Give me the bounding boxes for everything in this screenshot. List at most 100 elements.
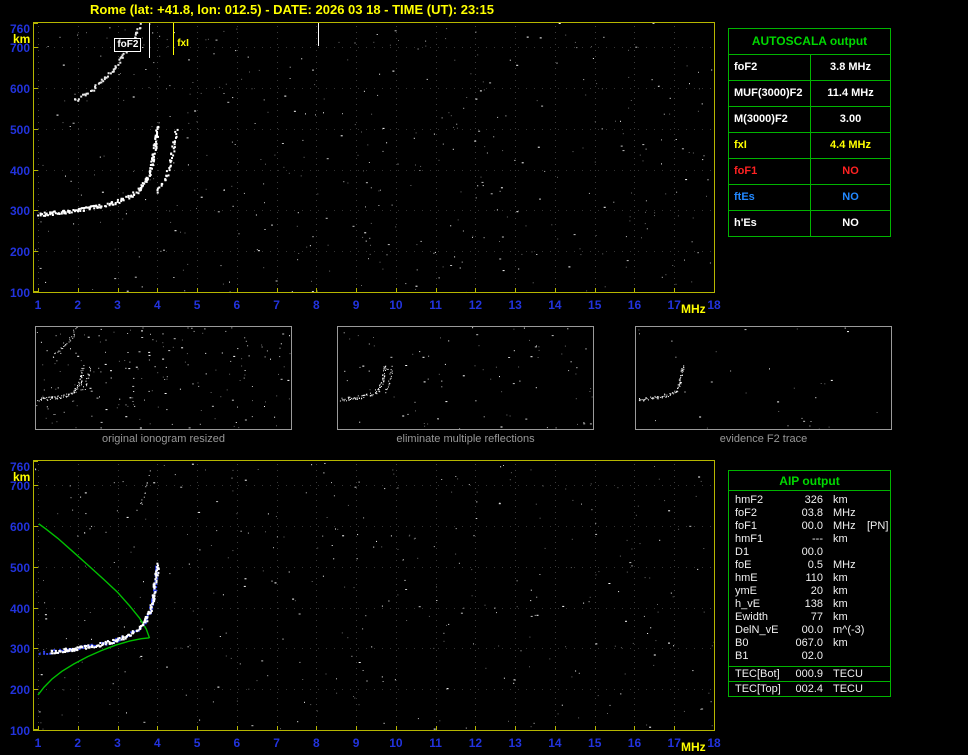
aip-row-value: 000.9	[795, 668, 823, 680]
aip-row: TEC[Top] 002.4 TECU	[729, 681, 890, 696]
autoscala-table-row: M(3000)F2 3.00	[729, 106, 890, 132]
aip-row-unit: km	[833, 598, 848, 610]
aip-row-name: foE	[735, 559, 752, 571]
x-tick-label: 10	[389, 298, 403, 312]
autoscala-row-value: 3.00	[839, 113, 862, 125]
x-axis-unit-label: MHz	[681, 302, 706, 316]
aip-row-unit: km	[833, 585, 848, 597]
aip-row-unit	[823, 650, 865, 663]
aip-row-unit: MHz	[833, 559, 856, 571]
aip-row-extra	[865, 611, 867, 624]
x-tick-label: 3	[114, 298, 121, 312]
aip-row-extra	[865, 637, 867, 650]
y-tick-label: 500	[9, 560, 30, 575]
x-axis-unit-label: MHz	[681, 740, 706, 754]
profile-ionogram-plot	[33, 460, 715, 731]
x-tick-label: 3	[114, 736, 121, 750]
thumbnail-caption-evidence: evidence F2 trace	[719, 433, 808, 445]
aip-row-value: 0.5	[807, 559, 823, 571]
aip-row-value: 00.0	[801, 546, 823, 558]
y-tick-label: 200	[9, 683, 30, 698]
x-tick-label: 7	[273, 736, 280, 750]
aip-row: foF1 00.0 MHz [PN]	[729, 520, 890, 533]
x-tick-label: 8	[313, 736, 320, 750]
aip-parameter-rows: hmF2 326 km foF2 03.8 MHz foF1 00.0 MHz [PN] hmF1 -…	[729, 491, 890, 666]
aip-row-value: 002.4	[795, 683, 823, 695]
aip-row-name: B1	[735, 650, 749, 662]
aip-row: ymE 20 km	[729, 585, 890, 598]
x-tick-label: 14	[548, 736, 562, 750]
aip-row-unit: km	[833, 572, 848, 584]
y-tick-label: 100	[9, 724, 30, 738]
aip-row: TEC[Bot] 000.9 TECU	[729, 666, 890, 681]
aip-row-name: h_vE	[735, 598, 761, 610]
aip-row-value: 326	[804, 494, 823, 506]
ionogram-canvas	[638, 327, 878, 429]
aip-row-extra	[865, 572, 867, 585]
aip-row-name: B0	[735, 637, 749, 649]
aip-row-value: 00.0	[801, 624, 823, 636]
autoscala-row-value: NO	[842, 217, 859, 229]
x-tick-label: 7	[273, 298, 280, 312]
autoscala-table-row: foF2 3.8 MHz	[729, 54, 890, 80]
autoscala-table-title: AUTOSCALA output	[751, 34, 868, 48]
aip-row-name: foF1	[735, 520, 758, 532]
autoscala-row-value: 11.4 MHz	[827, 87, 874, 99]
x-tick-label: 4	[153, 298, 161, 312]
ionogram-canvas	[34, 461, 714, 730]
aip-row-extra: [PN]	[867, 520, 889, 532]
aip-output-panel: AIP output hmF2 326 km foF2 03.8 MHz foF1 00.0 M…	[728, 470, 891, 697]
aip-row-unit: km	[833, 637, 848, 649]
fof2-marker-label: foF2	[114, 38, 142, 52]
autoscala-row-label: foF2	[729, 55, 811, 80]
x-tick-label: 11	[429, 298, 442, 312]
aip-row-extra	[865, 559, 867, 572]
ionogram-canvas	[36, 327, 291, 429]
autoscala-table-row: foF1 NO	[729, 158, 890, 184]
aip-row-unit	[823, 546, 865, 559]
thumbnail-caption-original: original ionogram resized	[102, 433, 225, 445]
x-tick-label: 5	[193, 736, 201, 750]
x-tick-label: 9	[352, 736, 360, 750]
x-tick-label: 2	[74, 298, 82, 312]
aip-row-name: hmE	[735, 572, 758, 584]
aip-row-unit: TECU	[833, 668, 863, 680]
aip-row-name: DelN_vE	[735, 624, 779, 636]
y-tick-label: 600	[9, 520, 30, 535]
aip-row-name: TEC[Top]	[735, 683, 781, 695]
y-tick-label: 500	[9, 122, 30, 137]
x-tick-label: 10	[389, 736, 403, 750]
x-tick-label: 1	[34, 298, 42, 312]
x-tick-label: 5	[193, 298, 201, 312]
autoscala-table-row: ftEs NO	[729, 184, 890, 210]
aip-row-name: ymE	[735, 585, 757, 597]
x-tick-label: 15	[588, 298, 602, 312]
aip-row-unit: km	[833, 611, 848, 623]
thumbnail-evidence-f2-trace	[635, 326, 892, 430]
autoscala-table-row: MUF(3000)F2 11.4 MHz	[729, 80, 890, 106]
aip-row: B0 067.0 km	[729, 637, 890, 650]
aip-row: hmE 110 km	[729, 572, 890, 585]
x-tick-label: 18	[707, 736, 721, 750]
aip-row-extra	[865, 682, 867, 696]
aip-tec-rows: TEC[Bot] 000.9 TECU TEC[Top] 002.4 TECU	[729, 666, 890, 696]
aip-row-name: hmF1	[735, 533, 764, 545]
aip-row-value: 067.0	[795, 637, 823, 649]
y-axis-unit-label: km	[13, 32, 31, 46]
aip-row-unit: km	[833, 494, 848, 506]
x-tick-label: 13	[508, 298, 522, 312]
aip-row-extra	[865, 650, 867, 663]
thumbnail-eliminate-reflections	[337, 326, 594, 430]
aip-row-extra	[865, 507, 867, 520]
aip-row-extra	[865, 624, 867, 637]
y-tick-label: 300	[9, 204, 30, 219]
x-tick-label: 6	[233, 298, 241, 312]
aip-row: h_vE 138 km	[729, 598, 890, 611]
aip-row-extra	[865, 533, 867, 546]
autoscala-row-label: foF1	[729, 159, 811, 184]
autoscala-row-label: MUF(3000)F2	[729, 81, 811, 106]
aip-row: Ewidth 77 km	[729, 611, 890, 624]
aip-row-name: hmF2	[735, 494, 764, 506]
autoscala-row-label: h'Es	[729, 211, 811, 236]
autoscala-row-value: 3.8 MHz	[830, 61, 871, 73]
